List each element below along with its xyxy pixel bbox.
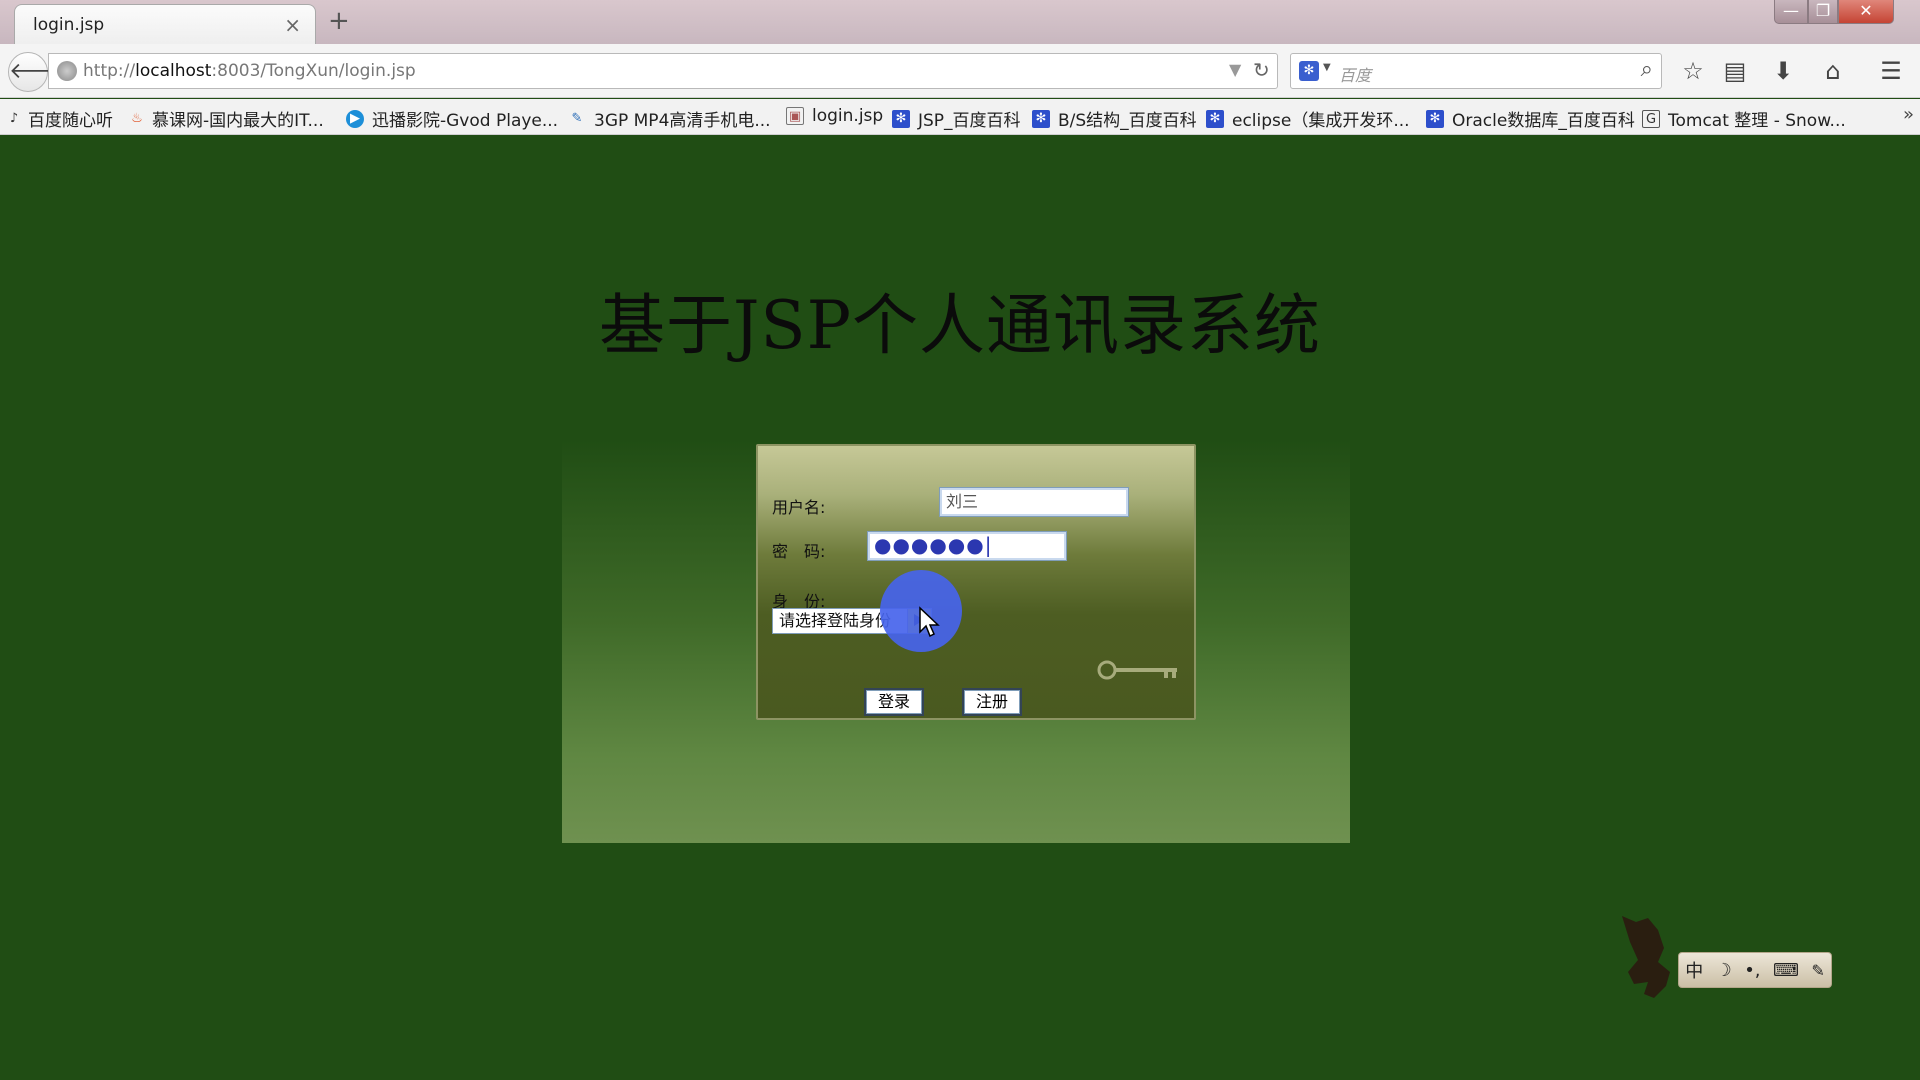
ime-bar[interactable]: 中 ☽ •, ⌨ ✎	[1678, 952, 1832, 988]
browser-tab-active[interactable]: login.jsp ×	[14, 4, 316, 46]
username-label: 用户名:	[772, 498, 826, 517]
bookmarks-list-icon[interactable]: ▤	[1718, 54, 1752, 88]
bookmark-star-icon[interactable]: ☆	[1676, 54, 1710, 88]
bookmark-label: eclipse（集成开发环...	[1232, 111, 1410, 131]
back-button[interactable]: 🡐	[8, 52, 68, 92]
baidu-paw-icon: ✻	[1426, 109, 1444, 128]
search-icon[interactable]: ⌕	[1641, 57, 1653, 82]
search-placeholder: 百度	[1339, 66, 1372, 85]
url-host: localhost	[135, 61, 212, 81]
bookmark-item[interactable]: ▣ login.jsp	[786, 106, 883, 126]
bookmark-item[interactable]: ✎ 3GP MP4高清手机电...	[568, 106, 771, 132]
bookmark-label: 慕课网-国内最大的IT...	[152, 111, 324, 131]
ime-toolbar: 中 ☽ •, ⌨ ✎	[1614, 912, 1832, 998]
url-prefix: http://	[83, 61, 136, 81]
key-icon	[1097, 660, 1177, 680]
bookmark-item[interactable]: ▶ 迅播影院-Gvod Playe...	[346, 106, 558, 131]
mouse-cursor-icon	[919, 606, 940, 638]
url-path: :8003/TongXun/login.jsp	[211, 61, 416, 81]
keyboard-icon[interactable]: ⌨	[1773, 960, 1799, 981]
baidu-paw-icon: ✻	[1206, 109, 1224, 128]
page-title: 基于JSP个人通讯录系统	[598, 287, 1322, 364]
bookmark-item[interactable]: ✻ B/S结构_百度百科	[1032, 106, 1197, 131]
register-button[interactable]: 注册	[962, 688, 1022, 716]
bookmark-item[interactable]: ♪ 百度随心听	[8, 106, 113, 132]
baidu-paw-icon[interactable]: ✻	[1299, 61, 1319, 81]
punctuation-icon[interactable]: •,	[1744, 960, 1760, 981]
ime-mode-chinese[interactable]: 中	[1685, 957, 1703, 983]
window-maximize-button[interactable]: ❐	[1808, 0, 1838, 24]
search-engine-dropdown-icon[interactable]: ▼	[1323, 62, 1331, 73]
new-tab-button[interactable]: +	[328, 6, 350, 36]
bookmark-item[interactable]: ✻ JSP_百度百科	[892, 106, 1021, 131]
tab-close-icon[interactable]: ×	[284, 13, 301, 37]
bookmark-item[interactable]: G Tomcat 整理 - Snow...	[1642, 106, 1846, 131]
baidu-paw-icon: ✻	[1032, 109, 1050, 128]
login-button[interactable]: 登录	[864, 688, 924, 716]
music-note-icon: ♪	[9, 110, 19, 126]
bookmark-label: Oracle数据库_百度百科	[1452, 111, 1635, 131]
site-identity-icon[interactable]	[57, 61, 77, 81]
role-select-value: 请选择登陆身份	[779, 611, 892, 630]
window-minimize-button[interactable]: —	[1774, 0, 1808, 24]
3gp-site-icon: ✎	[571, 110, 583, 126]
moon-icon[interactable]: ☽	[1716, 960, 1732, 981]
search-bar[interactable]: ✻ ▼ 百度 ⌕	[1290, 53, 1662, 89]
download-icon[interactable]: ⬇	[1766, 54, 1800, 88]
bookmark-item[interactable]: ♨ 慕课网-国内最大的IT...	[130, 106, 324, 132]
bookmarks-toolbar: ♪ 百度随心听 ♨ 慕课网-国内最大的IT... ▶ 迅播影院-Gvod Pla…	[0, 99, 1920, 135]
window-titlebar: login.jsp × + — ❐ ✕	[0, 0, 1920, 46]
bookmark-item[interactable]: ✻ Oracle数据库_百度百科	[1426, 106, 1635, 131]
navigation-toolbar: 🡐 http://localhost:8003/TongXun/login.js…	[0, 44, 1920, 98]
tomcat-site-icon: G	[1642, 109, 1660, 128]
bookmark-label: 百度随心听	[28, 111, 113, 131]
flame-icon: ♨	[131, 110, 143, 126]
login-form: 用户名: 刘三 密 码: ●●●●●●| 身 份: 请选择登陆身份 登录 注册	[756, 444, 1196, 720]
address-bar[interactable]: http://localhost:8003/TongXun/login.jsp …	[48, 53, 1278, 89]
ime-mascot-icon	[1622, 916, 1670, 998]
bookmark-label: B/S结构_百度百科	[1058, 111, 1197, 131]
bookmark-label: JSP_百度百科	[918, 111, 1021, 131]
play-icon: ▶	[346, 109, 364, 128]
bookmark-label: 3GP MP4高清手机电...	[594, 111, 771, 131]
settings-wrench-icon[interactable]: ✎	[1811, 961, 1824, 980]
reload-icon[interactable]: ↻	[1253, 58, 1270, 82]
bookmark-item[interactable]: ✻ eclipse（集成开发环...	[1206, 106, 1410, 131]
baidu-paw-icon: ✻	[892, 109, 910, 128]
page-image-icon: ▣	[786, 107, 804, 125]
window-close-button[interactable]: ✕	[1838, 0, 1894, 24]
username-input[interactable]: 刘三	[939, 487, 1129, 517]
password-label: 密 码:	[772, 542, 826, 561]
bookmarks-overflow-chevron-icon[interactable]: »	[1903, 104, 1914, 125]
bookmark-label: login.jsp	[812, 106, 884, 126]
bookmark-label: 迅播影院-Gvod Playe...	[372, 111, 559, 131]
url-history-dropdown-icon[interactable]: ▼	[1229, 60, 1241, 79]
tab-title: login.jsp	[33, 15, 105, 35]
bookmark-label: Tomcat 整理 - Snow...	[1668, 111, 1846, 131]
password-input[interactable]: ●●●●●●|	[867, 531, 1067, 561]
home-icon[interactable]: ⌂	[1816, 54, 1850, 88]
url-text[interactable]: http://localhost:8003/TongXun/login.jsp	[83, 61, 416, 81]
menu-icon[interactable]: ☰	[1874, 54, 1908, 88]
